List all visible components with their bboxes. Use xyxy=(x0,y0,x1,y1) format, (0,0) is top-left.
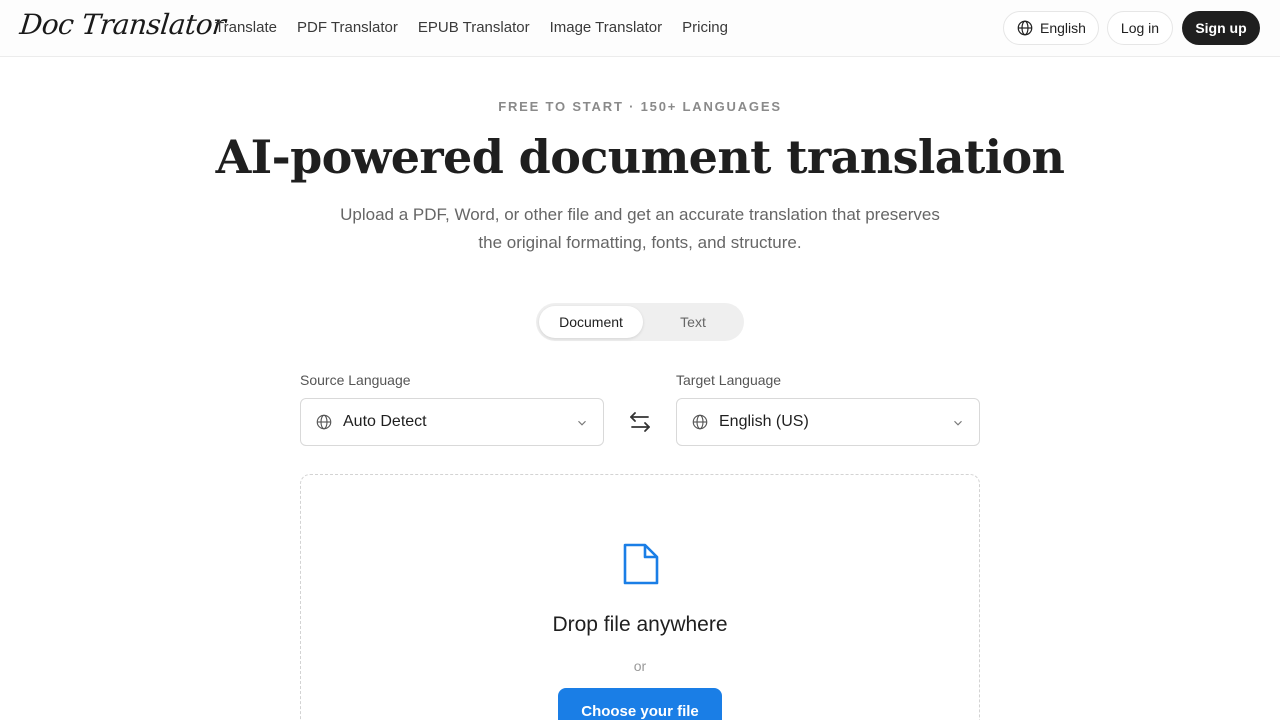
globe-icon xyxy=(316,414,332,430)
source-language-value: Auto Detect xyxy=(343,413,427,430)
nav-translate[interactable]: Translate xyxy=(215,19,277,36)
chevron-down-icon xyxy=(954,420,962,426)
nav-image-translator[interactable]: Image Translator xyxy=(550,19,663,36)
globe-icon xyxy=(1017,20,1033,36)
swap-icon[interactable] xyxy=(628,410,652,434)
site-language-label: English xyxy=(1040,20,1086,36)
mode-toggle: Document Text xyxy=(536,303,744,341)
main-nav: Translate PDF Translator EPUB Translator… xyxy=(215,19,728,36)
source-language-select[interactable]: Auto Detect xyxy=(300,398,604,446)
source-language-label: Source Language xyxy=(300,372,411,388)
nav-epub-translator[interactable]: EPUB Translator xyxy=(418,19,530,36)
nav-pdf-translator[interactable]: PDF Translator xyxy=(297,19,398,36)
target-language-label: Target Language xyxy=(676,372,782,388)
nav-pricing[interactable]: Pricing xyxy=(682,19,728,36)
globe-icon xyxy=(692,414,708,430)
choose-file-button[interactable]: Choose your file xyxy=(558,688,722,720)
file-icon xyxy=(623,543,659,585)
chevron-down-icon xyxy=(578,420,586,426)
file-dropzone[interactable]: Drop file anywhere or Choose your file xyxy=(300,474,980,720)
target-language-value: English (US) xyxy=(719,413,809,430)
dropzone-title: Drop file anywhere xyxy=(552,613,728,636)
signup-button[interactable]: Sign up xyxy=(1182,11,1260,45)
dropzone-or: or xyxy=(633,658,647,674)
hero-eyebrow: FREE TO START · 150+ LANGUAGES xyxy=(498,99,782,114)
hero-title: AI-powered document translation xyxy=(215,130,1065,184)
tab-document[interactable]: Document xyxy=(539,306,643,338)
top-navigation-bar: Doc Translator Translate PDF Translator … xyxy=(0,0,1280,57)
tab-text[interactable]: Text xyxy=(646,306,740,338)
site-language-button[interactable]: English xyxy=(1003,11,1099,45)
hero-subtitle: Upload a PDF, Word, or other file and ge… xyxy=(340,205,940,252)
target-language-select[interactable]: English (US) xyxy=(676,398,980,446)
login-button[interactable]: Log in xyxy=(1107,11,1173,45)
logo[interactable]: Doc Translator xyxy=(18,8,227,41)
